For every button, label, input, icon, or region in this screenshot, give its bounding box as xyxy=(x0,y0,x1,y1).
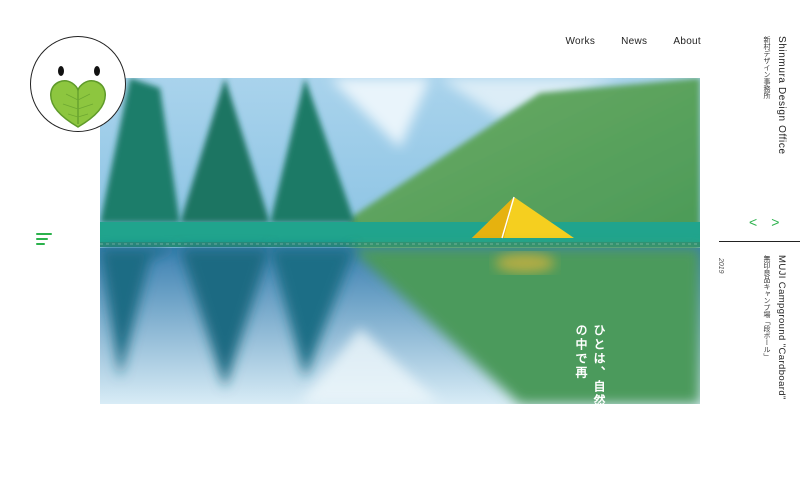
brand[interactable]: Shinmura Design Office 新村デザイン事務所 xyxy=(762,36,787,155)
main-nav: Works News About xyxy=(565,36,701,47)
project-info[interactable]: MUJI Campground "Cardboard" 無印良品キャンプ場「段ボ… xyxy=(762,255,787,400)
nav-works[interactable]: Works xyxy=(565,36,595,47)
brand-name-en: Shinmura Design Office xyxy=(776,36,787,155)
menu-button[interactable] xyxy=(36,233,54,249)
menu-line xyxy=(36,233,52,235)
brand-name-jp: 新村デザイン事務所 xyxy=(763,36,771,99)
left-eye xyxy=(58,66,64,76)
nav-news[interactable]: News xyxy=(621,36,647,47)
next-arrow-icon[interactable]: > xyxy=(771,214,779,230)
slider-controls: < > xyxy=(749,214,779,230)
project-title-en: MUJI Campground "Cardboard" xyxy=(776,255,787,400)
right-eye xyxy=(94,66,100,76)
menu-line xyxy=(36,243,45,245)
prev-arrow-icon[interactable]: < xyxy=(749,214,757,230)
nav-about[interactable]: About xyxy=(673,36,701,47)
hero-copy: ひとは、自然の中で再 xyxy=(574,324,606,404)
menu-line xyxy=(36,238,48,240)
project-title-jp: 無印良品キャンプ場「段ボール」 xyxy=(763,255,771,360)
project-year: 2019 xyxy=(717,258,724,274)
hero-image: ひとは、自然の中で再 xyxy=(100,78,700,404)
leaf-icon xyxy=(50,80,106,128)
divider xyxy=(719,241,800,242)
logo[interactable] xyxy=(30,36,126,132)
